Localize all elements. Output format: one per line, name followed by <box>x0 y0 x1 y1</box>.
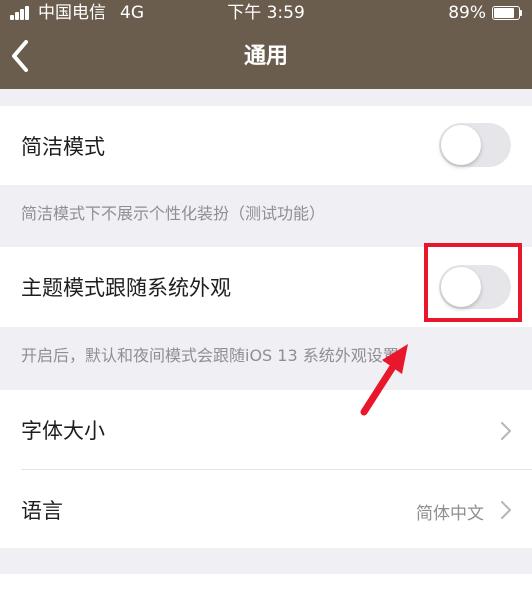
battery-icon <box>492 6 522 20</box>
next-section <box>0 574 532 597</box>
chevron-right-icon <box>501 501 511 519</box>
simple-mode-label: 简洁模式 <box>21 135 105 159</box>
annotation-arrow-icon <box>360 344 408 416</box>
language-label: 语言 <box>21 499 63 523</box>
app-header: 中国电信 4G 下午 3:59 89% 通用 <box>0 0 532 89</box>
toggle-knob <box>441 125 481 165</box>
nav-bar: 通用 <box>0 26 532 89</box>
battery-percent: 89% <box>448 3 486 23</box>
language-row[interactable]: 语言 简体中文 <box>0 470 532 548</box>
simple-mode-toggle[interactable] <box>439 123 511 167</box>
simple-mode-caption: 简洁模式下不展示个性化装扮（测试功能） <box>21 204 326 223</box>
highlight-box <box>424 243 522 322</box>
page-title: 通用 <box>243 44 288 69</box>
status-bar: 中国电信 4G 下午 3:59 89% <box>0 0 532 26</box>
display-settings-group: 字体大小 语言 简体中文 <box>0 390 532 548</box>
simple-mode-row: 简洁模式 <box>0 106 532 185</box>
theme-caption: 开启后，默认和夜间模式会跟随iOS 13 系统外观设置 <box>21 346 399 365</box>
font-size-row[interactable]: 字体大小 <box>0 390 532 469</box>
chevron-right-icon <box>501 422 511 440</box>
language-value: 简体中文 <box>416 504 484 524</box>
font-size-label: 字体大小 <box>21 419 105 443</box>
theme-follow-label: 主题模式跟随系统外观 <box>21 276 231 300</box>
